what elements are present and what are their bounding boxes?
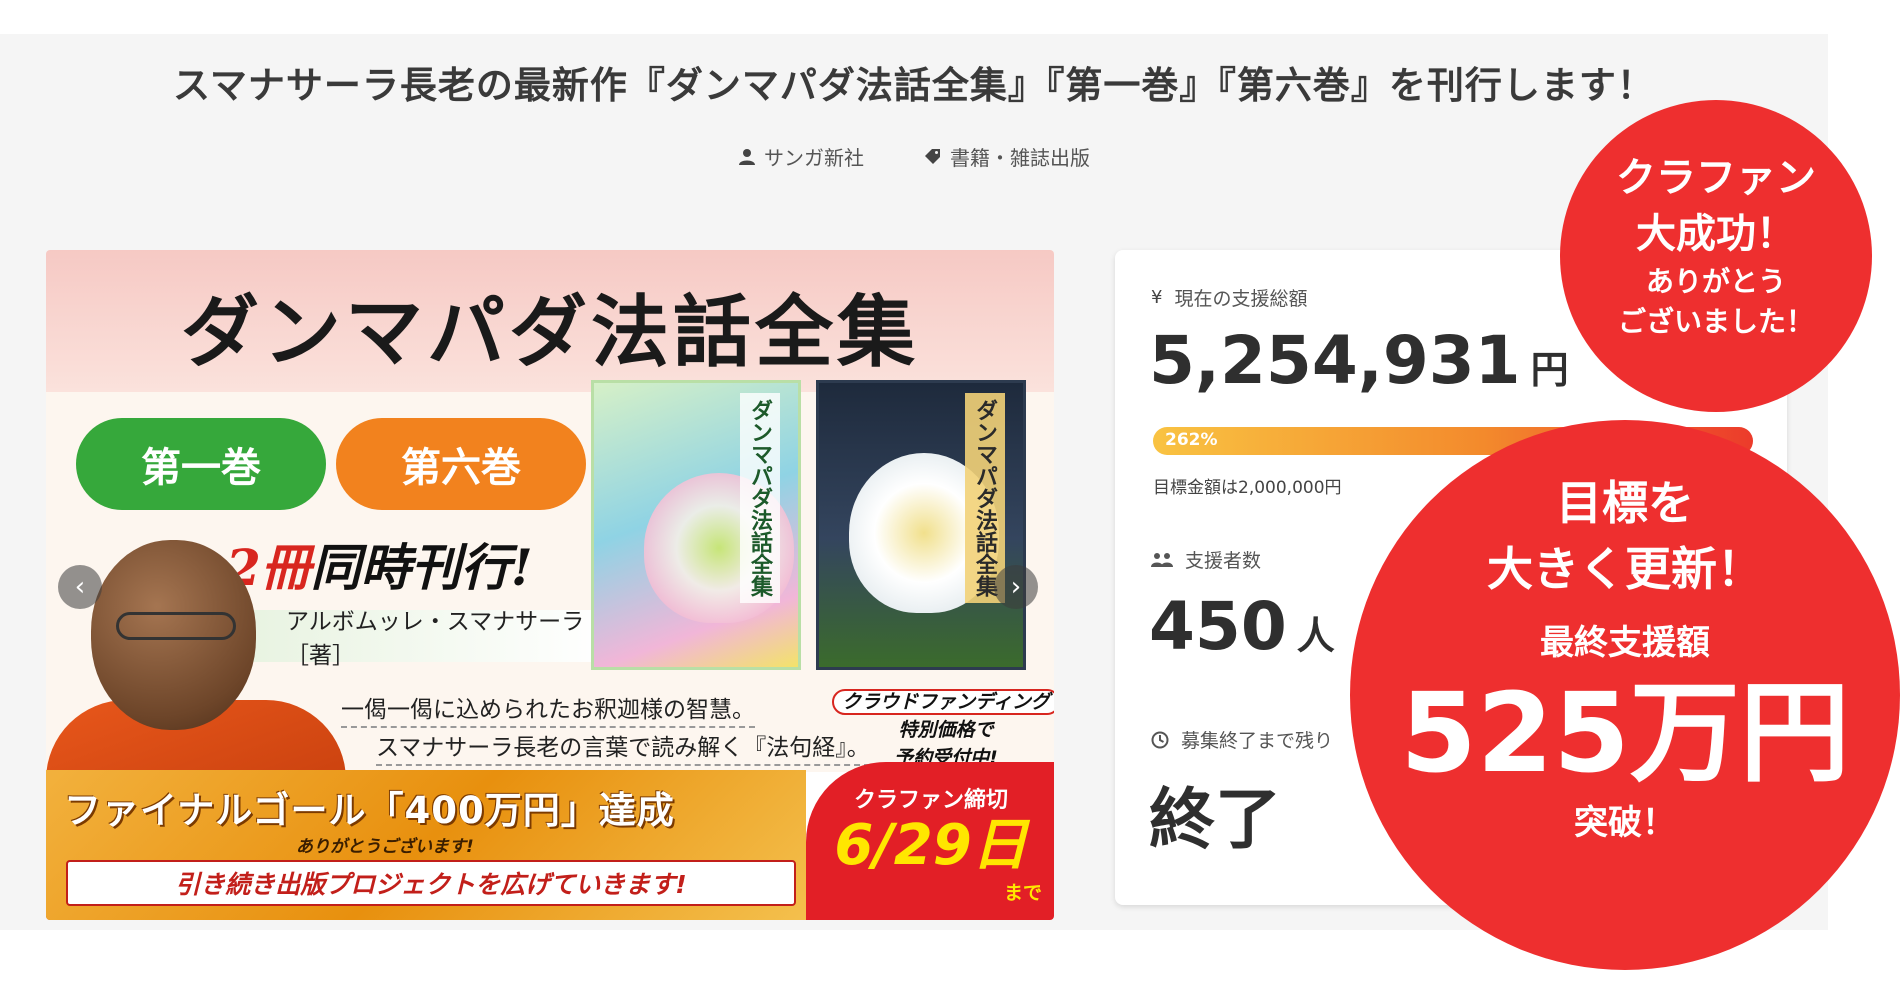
crowdfunding-badge: クラウドファンディング 特別価格で 予約受付中! [826, 688, 1054, 772]
author-name: サンガ新社 [764, 146, 864, 170]
success-line-1: クラファン [1616, 155, 1816, 201]
remaining-value: 終了 [1149, 781, 1281, 858]
final-line-1: 目標を [1556, 476, 1694, 530]
project-banner[interactable]: ダンマパダ法話全集 第一巻 第六巻 2冊同時刊行! アルボムッレ・スマナサーラ［… [46, 250, 1054, 920]
deadline-date: 6/29日 [834, 813, 1028, 878]
backers-label: 支援者数 [1185, 550, 1262, 572]
final-goal-text: ファイナルゴール「400万円」達成 [64, 789, 675, 832]
project-title: スマナサーラ長老の最新作『ダンマパダ法話全集』『第一巻』『第六巻』を刊行します！ [173, 64, 1655, 107]
final-line-2: 大きく更新！ [1487, 542, 1763, 596]
cf-line-2: 特別価格で [898, 719, 994, 741]
yen-icon: ¥ [1151, 287, 1163, 308]
total-amount-unit: 円 [1530, 348, 1569, 392]
total-amount-label-row: ¥ 現在の支援総額 [1151, 284, 1307, 311]
progress-percent: 262% [1165, 430, 1218, 450]
thanks-text: ありがとうございます! [296, 837, 474, 857]
author-link[interactable]: サンガ新社 [738, 142, 864, 171]
carousel-prev-button[interactable]: ‹ [58, 565, 102, 609]
volume-6-badge: 第六巻 [336, 418, 586, 510]
tag-icon [925, 148, 940, 164]
carousel-next-button[interactable]: › [994, 565, 1038, 609]
remaining-label: 募集終了まで残り [1181, 730, 1334, 752]
volume-1-badge: 第一巻 [76, 418, 326, 510]
category-name: 書籍・雑誌出版 [950, 146, 1090, 170]
backers-label-row: 支援者数 [1151, 546, 1261, 573]
backers-unit: 人 [1296, 614, 1335, 658]
deadline-until: まで [1003, 882, 1042, 904]
deadline-badge: クラファン締切 6/29日 まで [806, 762, 1054, 920]
success-line-3: ありがとう [1645, 265, 1786, 298]
total-amount-label: 現在の支援総額 [1174, 288, 1308, 310]
continue-text: 引き続き出版プロジェクトを広げていきます! [66, 860, 796, 906]
final-line-3: 最終支援額 [1540, 623, 1710, 663]
backers-value: 450 [1149, 588, 1287, 665]
goal-amount-note: 目標金額は2,000,000円 [1153, 478, 1342, 498]
book-cover-vol6: ダンマパダ法話全集 [816, 380, 1026, 670]
final-line-5: 突破！ [1574, 803, 1676, 843]
banner-title: ダンマパダ法話全集 [180, 287, 919, 378]
category-link[interactable]: 書籍・雑誌出版 [924, 142, 1090, 171]
people-icon [1151, 552, 1173, 567]
quote-line-2: スマナサーラ長老の言葉で読み解く『法句経』。 [376, 728, 870, 766]
backers-row: 450 人 [1149, 588, 1335, 665]
book-cover-vol1: ダンマパダ法話全集 [591, 380, 801, 670]
glasses [116, 612, 236, 640]
total-amount-value: 5,254,931 [1149, 322, 1521, 399]
project-meta: サンガ新社 書籍・雑誌出版 [0, 142, 1828, 171]
success-bubble: クラファン 大成功！ ありがとう ございました！ [1560, 100, 1872, 412]
cf-line-1: クラウドファンディング [832, 689, 1054, 715]
user-icon [739, 148, 755, 165]
remaining-label-row: 募集終了まで残り [1151, 726, 1333, 753]
quote-line-1: 一偈一偈に込められたお釈迦様の智慧。 [341, 690, 755, 728]
final-amount-bubble: 目標を 大きく更新！ 最終支援額 525万円 突破！ [1350, 420, 1900, 970]
clock-icon [1151, 731, 1169, 748]
success-line-4: ございました！ [1617, 305, 1814, 338]
total-amount-row: 5,254,931 円 [1149, 322, 1569, 399]
final-amount: 525万円 [1400, 669, 1850, 797]
book-cover-title: ダンマパダ法話全集 [740, 393, 780, 603]
success-line-2: 大成功！ [1636, 211, 1796, 257]
deadline-label: クラファン締切 [853, 788, 1008, 813]
